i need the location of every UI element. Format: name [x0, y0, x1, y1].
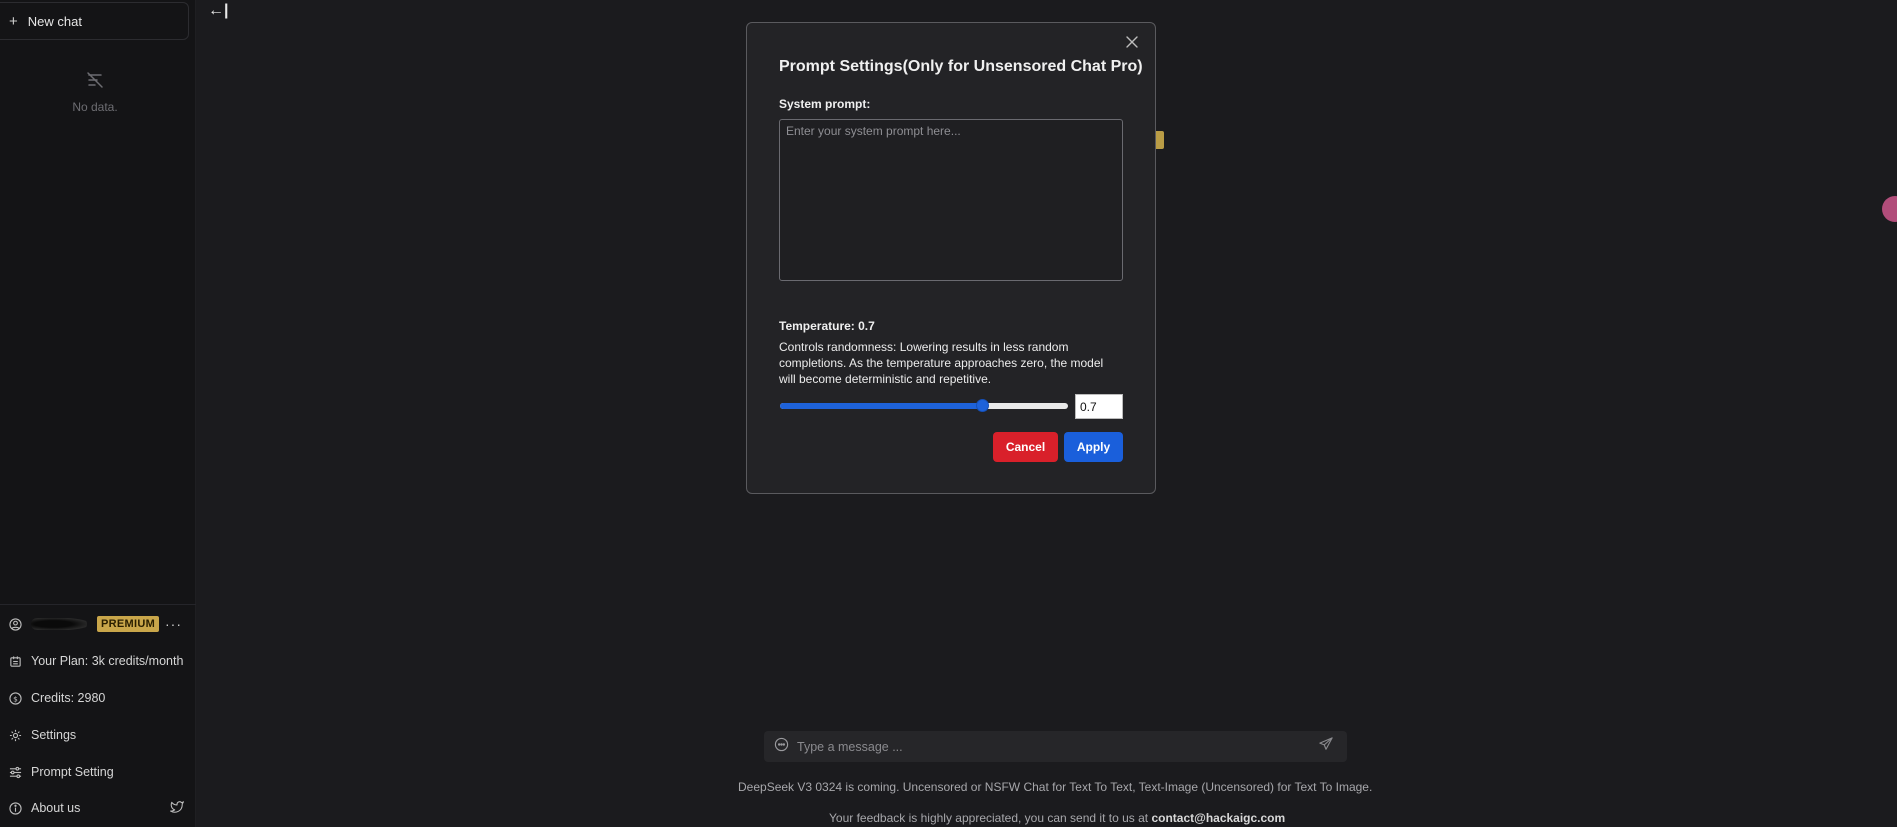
settings-label: Settings [31, 728, 77, 742]
cancel-button[interactable]: Cancel [993, 432, 1058, 462]
sidebar: + New chat No data. PREMIUM ··· Your Pla… [0, 0, 196, 827]
credits-row[interactable]: $ Credits: 2980 [0, 683, 196, 713]
new-chat-label: New chat [27, 13, 82, 29]
sliders-icon [8, 765, 22, 779]
svg-text:$: $ [13, 694, 18, 703]
about-row[interactable]: About us [0, 793, 196, 823]
close-icon[interactable] [1125, 35, 1139, 49]
footer-line1: DeepSeek V3 0324 is coming. Uncensored o… [738, 780, 1373, 794]
empty-history: No data. [0, 70, 190, 114]
apply-button[interactable]: Apply [1064, 432, 1123, 462]
settings-row[interactable]: Settings [0, 720, 196, 750]
prompt-setting-row[interactable]: Prompt Setting [0, 757, 196, 787]
plus-icon: + [9, 12, 18, 30]
sidebar-footer [0, 604, 196, 605]
system-prompt-label: System prompt: [779, 97, 871, 111]
info-icon [8, 801, 22, 815]
plan-row[interactable]: Your Plan: 3k credits/month [0, 646, 196, 676]
chat-bubble-icon [774, 737, 789, 757]
account-row[interactable]: PREMIUM ··· [0, 609, 196, 639]
username-redacted [31, 618, 87, 630]
empty-text: No data. [72, 100, 118, 114]
message-bar [764, 731, 1347, 762]
more-options-icon[interactable]: ··· [165, 616, 182, 632]
temperature-label: Temperature: 0.7 [779, 319, 875, 333]
temperature-description: Controls randomness: Lowering results in… [779, 340, 1104, 386]
plan-icon [8, 654, 22, 668]
gear-icon [8, 728, 22, 742]
user-circle-icon [8, 617, 22, 631]
twitter-icon[interactable] [170, 800, 184, 816]
avatar[interactable] [1882, 196, 1897, 222]
modal-title: Prompt Settings(Only for Unsensored Chat… [779, 58, 1143, 75]
credits-label: Credits: 2980 [31, 691, 106, 705]
message-input[interactable] [789, 739, 1319, 754]
prompt-settings-modal: Prompt Settings(Only for Unsensored Chat… [746, 22, 1156, 494]
new-chat-button[interactable]: + New chat [0, 2, 189, 40]
plan-label: Your Plan: 3k credits/month [31, 654, 184, 668]
footer-feedback: Your feedback is highly appreciated, you… [829, 811, 1285, 825]
temperature-value-input[interactable] [1075, 394, 1123, 419]
contact-email-link[interactable]: contact@hackaigc.com [1151, 811, 1285, 825]
prompt-setting-label: Prompt Setting [31, 765, 114, 779]
send-icon[interactable] [1319, 737, 1333, 756]
no-data-icon [87, 72, 103, 88]
premium-badge: PREMIUM [97, 616, 160, 632]
temperature-slider-thumb[interactable] [975, 399, 989, 412]
temperature-slider[interactable] [780, 399, 1068, 412]
collapse-sidebar-button[interactable]: ←| [208, 2, 228, 20]
footer-feedback-prefix: Your feedback is highly appreciated, you… [829, 811, 1152, 825]
about-label: About us [31, 801, 81, 815]
coin-icon: $ [8, 691, 22, 705]
temperature-slider-fill [780, 403, 982, 409]
system-prompt-input[interactable] [779, 119, 1123, 281]
